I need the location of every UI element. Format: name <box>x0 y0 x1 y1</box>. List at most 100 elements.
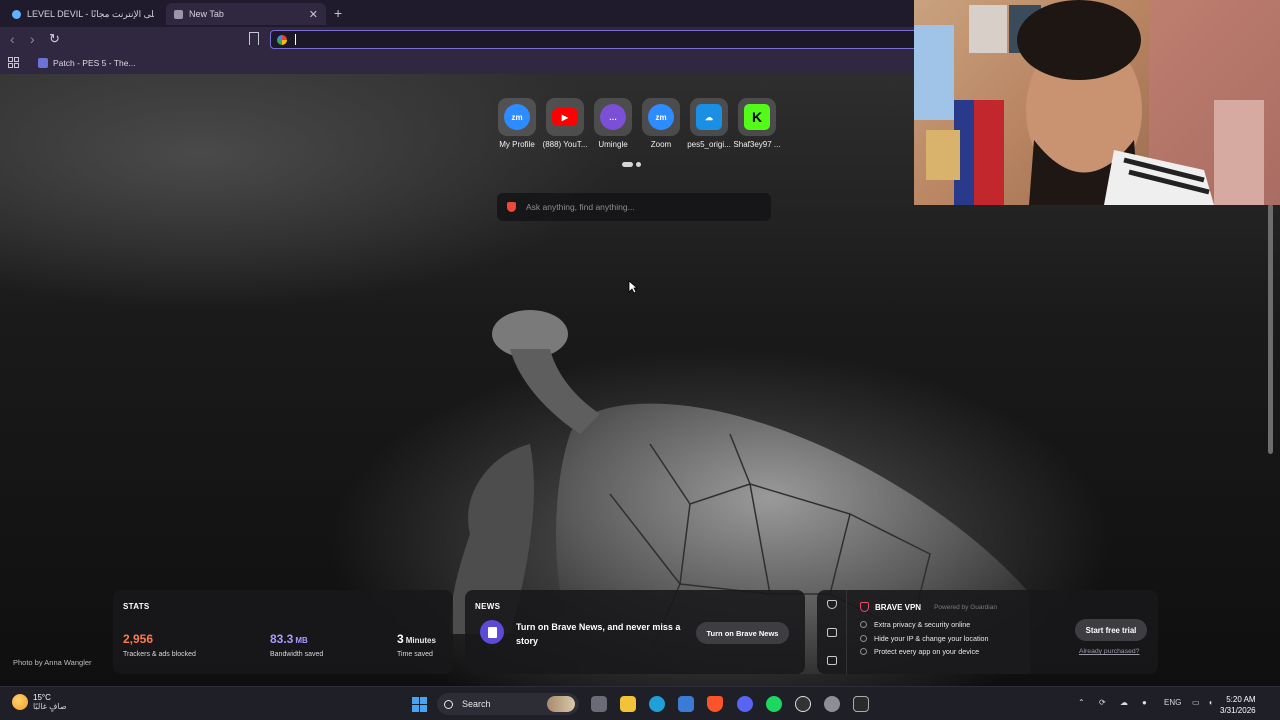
windows-start-icon[interactable] <box>412 697 427 712</box>
taskbar-search[interactable]: Search <box>437 693 579 715</box>
news-title: NEWS <box>475 602 501 611</box>
vpn-feature: Extra privacy & security online <box>860 618 989 632</box>
top-site-label: Zoom <box>650 140 672 149</box>
vpn-header: BRAVE VPN Powered by Guardian <box>860 602 997 612</box>
clock-date: 3/31/2026 <box>1220 706 1256 715</box>
mouse-cursor-icon <box>628 280 638 294</box>
store-icon[interactable] <box>678 696 694 712</box>
tab-new-tab[interactable]: New Tab ✕ <box>166 3 326 25</box>
brave-icon[interactable] <box>707 696 723 712</box>
tab-title: LEVEL DEVIL - العب على الإنترنت مجانًا <box>27 8 154 19</box>
discord-icon[interactable] <box>737 696 753 712</box>
back-icon[interactable]: ‹ <box>10 31 15 47</box>
close-tab-icon[interactable]: ✕ <box>309 8 318 21</box>
weather-temperature: 15°C <box>33 693 51 702</box>
taskbar: 15°C صافٍ غالبًا Search ⌃ ⟳ ☁ ● ENG ▭ ◖ … <box>0 686 1280 720</box>
top-site-label: (888) YouT... <box>542 140 588 149</box>
search-placeholder: Ask anything, find anything... <box>526 202 635 212</box>
time-unit: Minutes <box>405 636 436 645</box>
bookmark-icon[interactable] <box>249 32 259 45</box>
top-site-umingle[interactable]: … Umingle <box>590 98 636 149</box>
vpn-features: Extra privacy & security online Hide you… <box>860 618 989 659</box>
youtube-icon: ▶ <box>552 108 578 126</box>
google-icon <box>277 34 287 45</box>
tray-overflow-icon[interactable]: ⌃ <box>1078 698 1085 707</box>
task-view-icon[interactable] <box>591 696 607 712</box>
sync-icon[interactable]: ⟳ <box>1099 698 1106 707</box>
bandwidth-value: 83.3 <box>270 632 294 646</box>
vpn-feature: Protect every app on your device <box>860 645 989 659</box>
top-site-my-profile[interactable]: zm My Profile <box>494 98 540 149</box>
time-value: 3 <box>397 632 404 646</box>
vpn-shield-tab-icon[interactable] <box>827 600 837 609</box>
top-site-label: pes5_origi... <box>687 140 731 149</box>
news-promo-text: Turn on Brave News, and never miss a sto… <box>516 622 681 646</box>
top-sites: zm My Profile ▶ (888) YouT... … Umingle … <box>494 98 781 149</box>
top-site-zoom[interactable]: zm Zoom <box>638 98 684 149</box>
address-bar[interactable] <box>270 30 970 49</box>
stats-widget: STATS 2,956 Trackers & ads blocked 83.3 M… <box>113 590 453 674</box>
news-icon <box>480 620 504 644</box>
top-site-label: Shaf3ey97 ... <box>733 140 781 149</box>
weather-widget[interactable]: 15°C صافٍ غالبًا <box>12 693 67 711</box>
stat-time: 3 Minutes Time saved <box>397 630 436 658</box>
file-explorer-icon[interactable] <box>620 696 636 712</box>
top-sites-pager[interactable] <box>622 162 641 167</box>
language-indicator[interactable]: ENG <box>1164 698 1181 707</box>
kick-icon: K <box>744 104 770 130</box>
already-purchased-link[interactable]: Already purchased? <box>1079 648 1139 655</box>
apps-grid-icon[interactable] <box>8 57 19 68</box>
webcam-person <box>914 0 1280 205</box>
search-highlight-image <box>547 696 575 712</box>
trackers-value: 2,956 <box>123 632 154 646</box>
scrollbar[interactable] <box>1268 204 1273 454</box>
bandwidth-label: Bandwidth saved <box>270 651 324 658</box>
warning-tab-icon[interactable] <box>827 628 837 637</box>
news-widget: NEWS Turn on Brave News, and never miss … <box>465 590 805 674</box>
vpn-feature: Hide your IP & change your location <box>860 632 989 646</box>
photo-credit[interactable]: Photo by Anna Wangler <box>13 658 92 667</box>
steam-icon[interactable] <box>795 696 811 712</box>
network-icon[interactable]: ▭ <box>1192 698 1200 707</box>
top-site-pes5[interactable]: ☁ pes5_origi... <box>686 98 732 149</box>
time-label: Time saved <box>397 651 433 658</box>
cloud-icon: ☁ <box>696 104 722 130</box>
card-tab-icon[interactable] <box>827 656 837 665</box>
reload-icon[interactable]: ↻ <box>49 31 60 47</box>
vpn-widget: BRAVE VPN Powered by Guardian Extra priv… <box>817 590 1158 674</box>
tab-favicon <box>12 9 21 19</box>
system-clock[interactable]: 5:20 AM 3/31/2026 <box>1220 694 1256 716</box>
new-tab-button[interactable]: + <box>334 5 342 21</box>
stats-title: STATS <box>123 602 150 611</box>
top-site-youtube[interactable]: ▶ (888) YouT... <box>542 98 588 149</box>
tab-level-devil[interactable]: LEVEL DEVIL - العب على الإنترنت مجانًا <box>4 3 162 25</box>
tab-title: New Tab <box>189 9 224 19</box>
top-site-kick[interactable]: K Shaf3ey97 ... <box>733 98 781 149</box>
taskbar-search-label: Search <box>462 699 491 709</box>
cloud-tray-icon[interactable]: ☁ <box>1120 698 1128 707</box>
settings-gear-icon[interactable] <box>824 696 840 712</box>
bookmark-item[interactable]: Patch - PES 5 - The... <box>38 55 136 71</box>
clock-time: 5:20 AM <box>1226 695 1256 704</box>
vpn-name: BRAVE VPN <box>875 602 922 612</box>
chat-bubble-icon: … <box>600 104 626 130</box>
stat-trackers: 2,956 Trackers & ads blocked <box>123 630 196 658</box>
spotify-icon[interactable] <box>766 696 782 712</box>
zm-icon: zm <box>648 104 674 130</box>
volume-icon[interactable]: ◖ <box>1208 698 1213 707</box>
start-free-trial-button[interactable]: Start free trial <box>1075 619 1147 641</box>
webcam-overlay <box>914 0 1280 205</box>
widget-switcher <box>817 590 847 674</box>
search-icon <box>444 699 453 709</box>
stat-bandwidth: 83.3 MB Bandwidth saved <box>270 630 323 658</box>
microphone-icon[interactable]: ● <box>1142 698 1147 707</box>
forward-icon[interactable]: › <box>30 31 35 47</box>
epic-games-icon[interactable] <box>853 696 869 712</box>
weather-condition: صافٍ غالبًا <box>33 702 67 711</box>
turn-on-news-button[interactable]: Turn on Brave News <box>696 622 789 644</box>
edge-icon[interactable] <box>649 696 665 712</box>
search-box[interactable]: Ask anything, find anything... <box>497 193 771 221</box>
brave-lion-icon <box>507 202 516 212</box>
top-site-label: Umingle <box>598 140 628 149</box>
vpn-powered-by: Powered by Guardian <box>934 603 997 611</box>
